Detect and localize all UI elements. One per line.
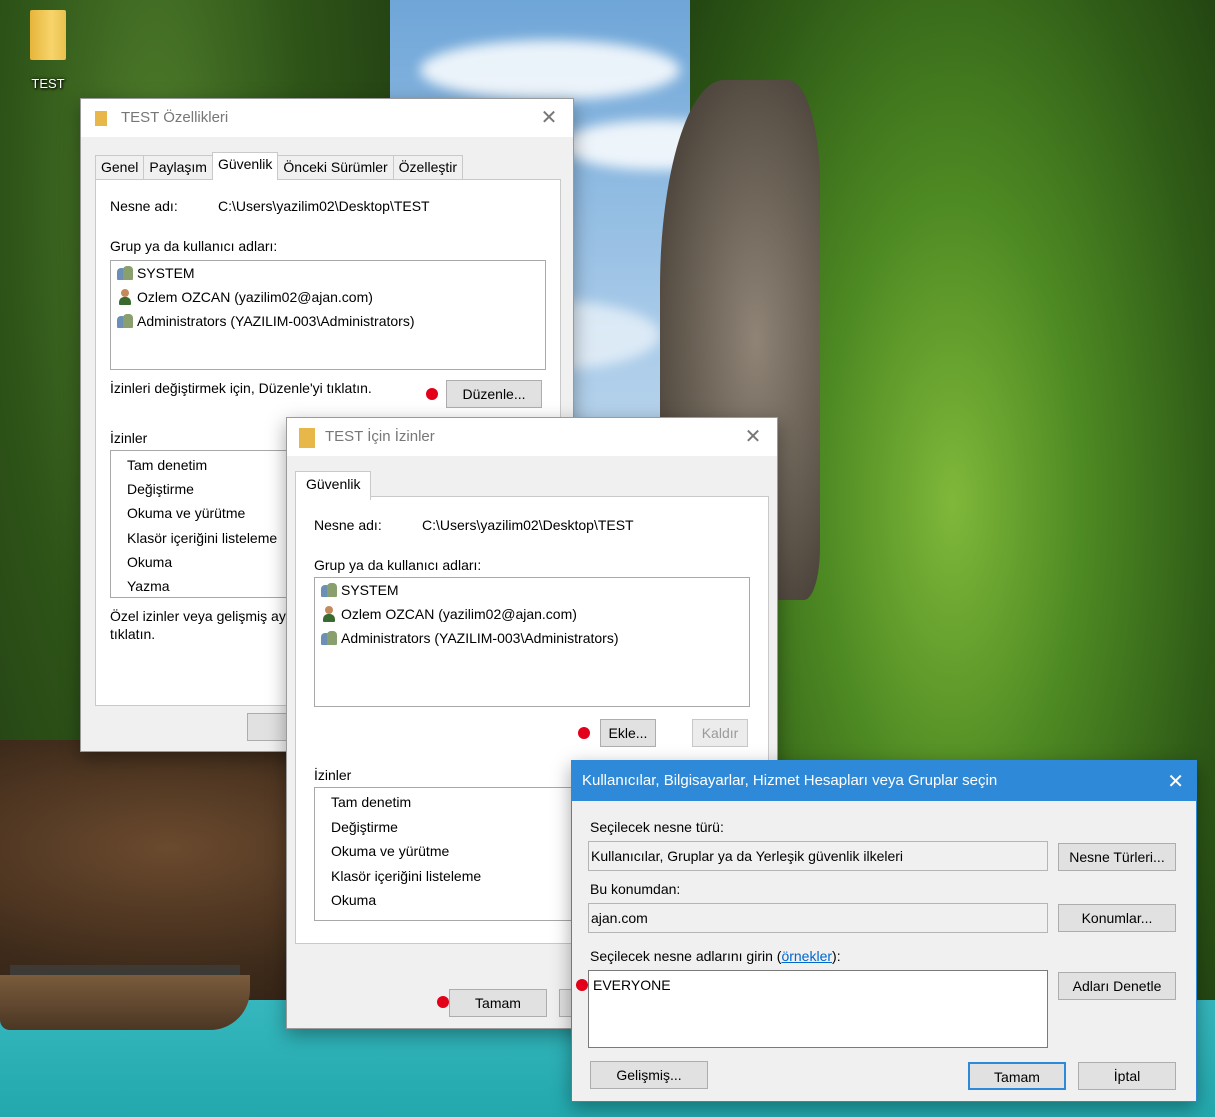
permissions-list: Tam denetim Değiştirme Okuma ve yürütme … (110, 450, 312, 598)
close-icon[interactable]: ✕ (741, 424, 765, 449)
object-types-button[interactable]: Nesne Türleri... (1058, 843, 1176, 871)
close-icon[interactable]: ✕ (1167, 769, 1184, 794)
window-title: TEST Özellikleri (121, 109, 229, 126)
folder-icon (299, 428, 315, 448)
add-button[interactable]: Ekle... (600, 719, 656, 747)
close-icon[interactable]: ✕ (537, 105, 561, 130)
group-list-label: Grup ya da kullanıcı adları: (314, 557, 482, 573)
check-names-button[interactable]: Adları Denetle (1058, 972, 1176, 1000)
ok-button[interactable]: Tamam (968, 1062, 1066, 1090)
list-item[interactable]: Administrators (YAZILIM-003\Administrato… (117, 313, 414, 329)
select-dialog-titlebar: Kullanıcılar, Bilgisayarlar, Hizmet Hesa… (572, 761, 1196, 801)
group-list-label: Grup ya da kullanıcı adları: (110, 238, 278, 254)
cancel-button[interactable]: İptal (1078, 1062, 1176, 1090)
list-item[interactable]: SYSTEM (117, 265, 195, 281)
group-icon (117, 313, 133, 329)
names-label-text: Seçilecek nesne adlarını girin ( (590, 948, 782, 964)
permission-item: Okuma (127, 554, 173, 570)
tab-guvenlik[interactable]: Güvenlik (295, 471, 372, 500)
object-type-label: Seçilecek nesne türü: (590, 819, 724, 835)
group-icon (321, 582, 337, 598)
user-list: SYSTEM Ozlem OZCAN (yazilim02@ajan.com) … (314, 577, 750, 707)
marker-dot (426, 388, 438, 400)
folder-icon (30, 10, 66, 60)
marker-dot (437, 996, 449, 1008)
edit-hint: İzinleri değiştirmek için, Düzenle'yi tı… (110, 380, 372, 396)
examples-link[interactable]: örnekler (781, 948, 832, 964)
advanced-button[interactable]: Gelişmiş... (590, 1061, 708, 1089)
permission-item: Değiştirme (127, 481, 194, 497)
user-icon (117, 289, 133, 305)
object-names-input[interactable]: EVERYONE (588, 970, 1048, 1048)
user-name: Administrators (YAZILIM-003\Administrato… (341, 630, 619, 646)
object-type-field: Kullanıcılar, Gruplar ya da Yerleşik güv… (588, 841, 1048, 871)
object-names-value: EVERYONE (593, 977, 671, 993)
user-name: Ozlem OZCAN (yazilim02@ajan.com) (137, 289, 373, 305)
edit-button[interactable]: Düzenle... (446, 380, 542, 408)
permissions-tabs: Güvenlik (295, 470, 372, 500)
permission-item: Yazma (127, 578, 170, 594)
object-name-value: C:\Users\yazilim02\Desktop\TEST (218, 198, 430, 214)
permission-item: Tam denetim (331, 794, 412, 810)
group-icon (117, 265, 133, 281)
tab-ozellestir[interactable]: Özelleştir (392, 155, 464, 179)
list-item[interactable]: Administrators (YAZILIM-003\Administrato… (321, 630, 618, 646)
object-name-value: C:\Users\yazilim02\Desktop\TEST (422, 517, 634, 533)
user-name: Administrators (YAZILIM-003\Administrato… (137, 313, 415, 329)
desktop-folder-test[interactable]: TEST (24, 10, 72, 91)
user-list: SYSTEM Ozlem OZCAN (yazilim02@ajan.com) … (110, 260, 546, 370)
window-title: Kullanıcılar, Bilgisayarlar, Hizmet Hesa… (582, 772, 998, 789)
special-perms-hint: Özel izinler veya gelişmiş ay (110, 608, 286, 624)
list-item[interactable]: SYSTEM (321, 582, 399, 598)
special-perms-hint-2: tıklatın. (110, 626, 156, 642)
user-name: SYSTEM (137, 265, 195, 281)
properties-tabs: Genel Paylaşım Güvenlik Önceki Sürümler … (95, 151, 464, 180)
permission-item: Klasör içeriğini listeleme (127, 530, 278, 546)
permission-item: Tam denetim (127, 457, 208, 473)
permission-item: Okuma (331, 892, 377, 908)
permissions-list: Tam denetim Değiştirme Okuma ve yürütme … (314, 787, 576, 921)
desktop-icon-label: TEST (31, 76, 65, 91)
group-icon (321, 630, 337, 646)
tab-genel[interactable]: Genel (95, 155, 145, 179)
permission-item: Klasör içeriğini listeleme (331, 868, 482, 884)
list-item[interactable]: Ozlem OZCAN (yazilim02@ajan.com) (321, 606, 577, 622)
user-icon (321, 606, 337, 622)
marker-dot (578, 727, 590, 739)
folder-icon (95, 111, 107, 126)
tab-onceki-surumler[interactable]: Önceki Sürümler (277, 155, 394, 179)
object-name-label: Nesne adı: (110, 198, 178, 214)
object-name-label: Nesne adı: (314, 517, 382, 533)
list-item[interactable]: Ozlem OZCAN (yazilim02@ajan.com) (117, 289, 373, 305)
properties-titlebar: TEST Özellikleri ✕ (81, 99, 573, 137)
location-label: Bu konumdan: (590, 881, 681, 897)
tab-paylasim[interactable]: Paylaşım (143, 155, 213, 179)
permission-item: Değiştirme (331, 819, 398, 835)
names-label-suffix: ): (832, 948, 841, 964)
user-name: SYSTEM (341, 582, 399, 598)
select-users-dialog: Kullanıcılar, Bilgisayarlar, Hizmet Hesa… (571, 760, 1197, 1102)
location-field: ajan.com (588, 903, 1048, 933)
user-name: Ozlem OZCAN (yazilim02@ajan.com) (341, 606, 577, 622)
object-names-label: Seçilecek nesne adlarını girin (örnekler… (590, 948, 841, 964)
tab-guvenlik[interactable]: Güvenlik (211, 152, 279, 180)
permissions-titlebar: TEST İçin İzinler ✕ (287, 418, 777, 456)
remove-button[interactable]: Kaldır (692, 719, 748, 747)
locations-button[interactable]: Konumlar... (1058, 904, 1176, 932)
permission-item: Okuma ve yürütme (127, 505, 246, 521)
ok-button[interactable]: Tamam (449, 989, 547, 1017)
window-title: TEST İçin İzinler (325, 428, 435, 445)
permission-item: Okuma ve yürütme (331, 843, 450, 859)
permissions-label: İzinler (314, 767, 352, 783)
marker-dot (576, 979, 588, 991)
permissions-label: İzinler (110, 430, 148, 446)
